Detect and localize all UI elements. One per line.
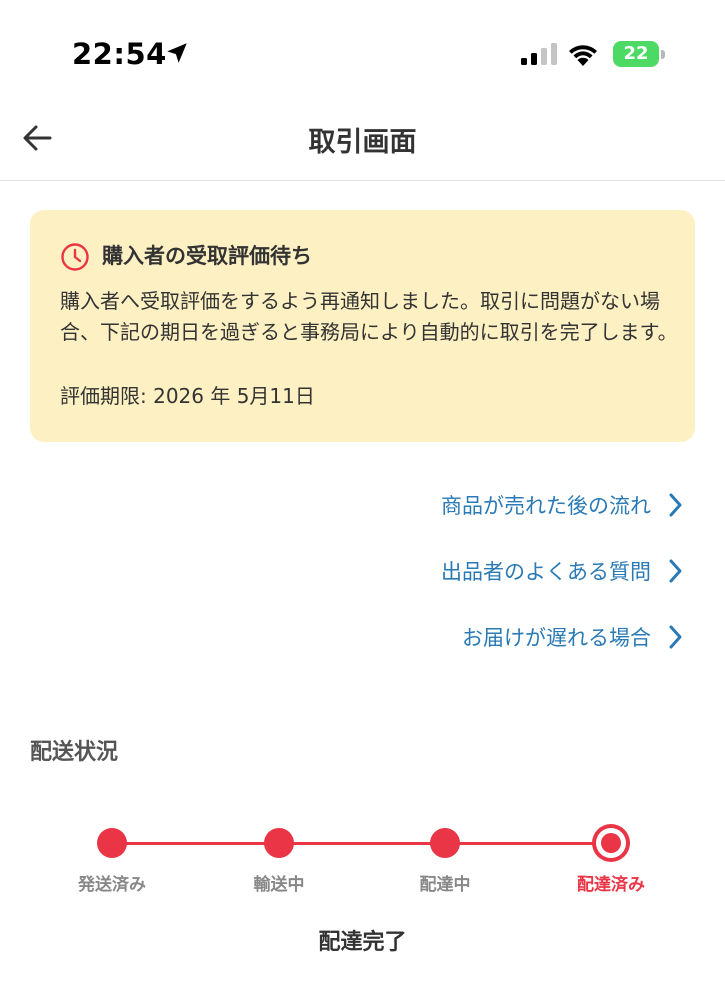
timeline-track — [112, 842, 612, 845]
step-dot-shipped — [97, 828, 127, 858]
status-time: 22:54 — [72, 37, 167, 71]
notice-body: 購入者へ受取評価をするよう再通知しました。取引に問題がない場合、下記の期日を過ぎ… — [60, 289, 678, 344]
link-flow-after-sale[interactable]: 商品が売れた後の流れ — [441, 490, 685, 520]
chevron-right-icon — [669, 625, 682, 649]
link-label: 商品が売れた後の流れ — [441, 494, 651, 518]
chevron-right-icon — [669, 493, 682, 517]
link-seller-faq[interactable]: 出品者のよくある質問 — [441, 556, 685, 586]
clock-icon — [61, 243, 89, 271]
battery-tip — [661, 50, 665, 59]
link-delivery-delay[interactable]: お届けが遅れる場合 — [462, 622, 685, 652]
chevron-right-icon — [669, 559, 682, 583]
delivery-section-title: 配送状況 — [30, 740, 119, 765]
cellular-signal-icon — [521, 43, 557, 65]
step-label: 輸送中 — [253, 875, 305, 895]
buyer-review-notice: 購入者の受取評価待ち 購入者へ受取評価をするよう再通知しました。取引に問題がない… — [30, 210, 695, 442]
current-step-core — [601, 833, 621, 853]
step-label-current: 配達済み — [577, 875, 645, 895]
step-dot-in-transit — [264, 828, 294, 858]
status-bar: 22:54 22 — [0, 0, 725, 100]
link-label: お届けが遅れる場合 — [462, 626, 651, 650]
battery-charging-icon: 22 — [613, 41, 665, 67]
step-dot-out-for-delivery — [430, 828, 460, 858]
location-arrow-icon — [167, 43, 187, 63]
notice-title: 購入者の受取評価待ち — [102, 244, 312, 268]
header: 取引画面 — [0, 100, 725, 181]
page-title: 取引画面 — [308, 127, 417, 158]
wifi-icon — [569, 45, 597, 66]
delivery-timeline: 発送済み 輸送中 配達中 配達済み — [0, 820, 725, 900]
delivery-status-text: 配達完了 — [318, 930, 407, 955]
battery-level: 22 — [623, 43, 649, 64]
step-label: 配達中 — [419, 875, 471, 895]
step-label: 発送済み — [78, 875, 146, 895]
link-label: 出品者のよくある質問 — [441, 560, 651, 584]
step-dot-delivered-current — [592, 824, 630, 862]
review-deadline: 評価期限: 2026 年 5月11日 — [60, 384, 315, 408]
